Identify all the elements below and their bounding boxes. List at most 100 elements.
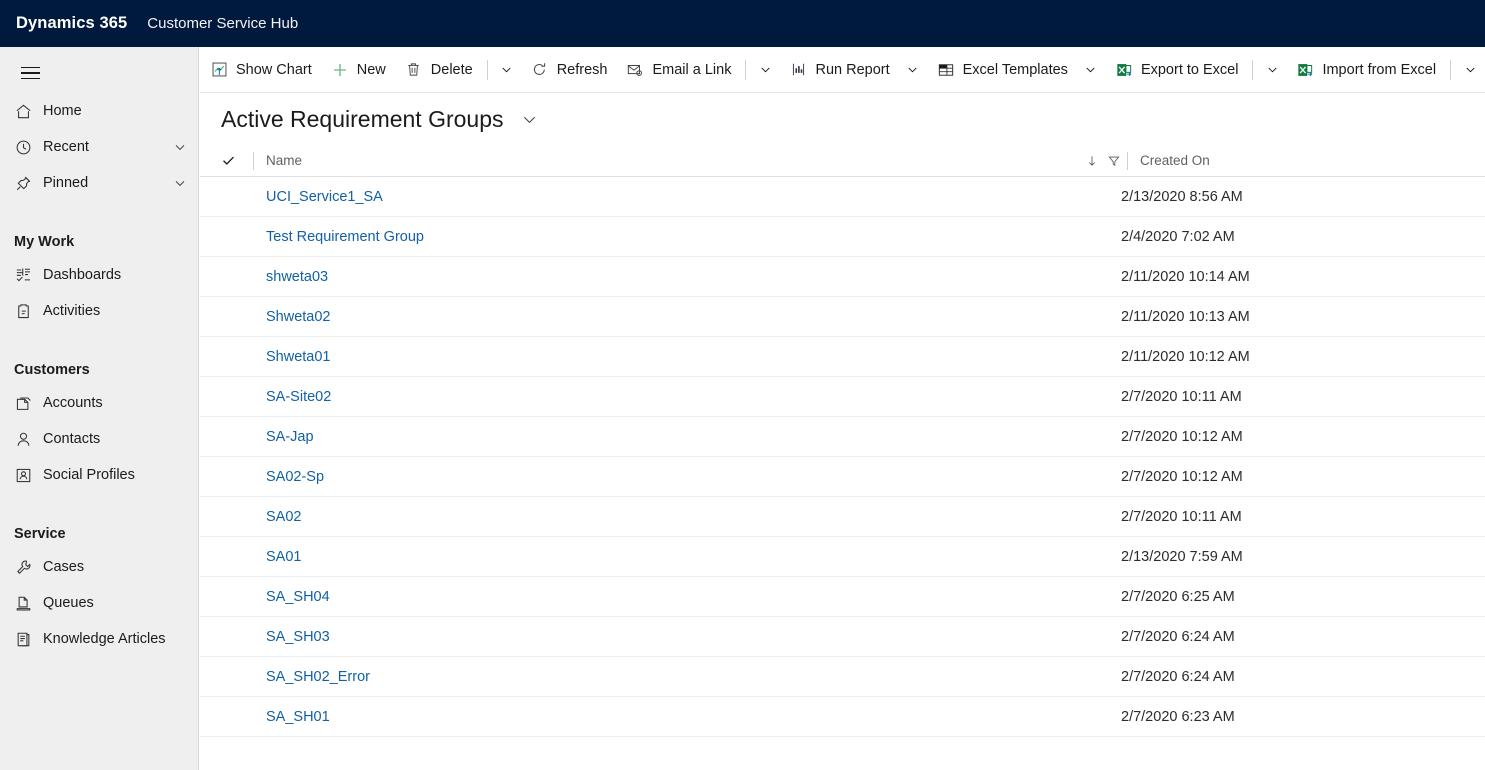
sidebar-navigation: Home Recent Pinned My Work Dashboards Ac… (0, 47, 199, 770)
home-icon (14, 101, 40, 121)
export-to-excel-button[interactable]: Export to Excel (1105, 49, 1248, 91)
record-link[interactable]: Test Requirement Group (266, 229, 424, 245)
plus-icon (330, 60, 350, 80)
cell-name: SA-Jap (247, 429, 1121, 445)
table-row[interactable]: SA02-Sp 2/7/2020 10:12 AM (200, 457, 1485, 497)
view-selector-chevron-down-icon[interactable] (520, 110, 539, 129)
command-label: Show Chart (236, 61, 312, 78)
excel-icon (1295, 60, 1315, 80)
command-label: Delete (430, 61, 473, 78)
sidebar-item-queues[interactable]: Queues (0, 585, 198, 621)
app-name: Customer Service Hub (147, 15, 299, 32)
table-row[interactable]: SA_SH04 2/7/2020 6:25 AM (200, 577, 1485, 617)
pin-icon (14, 173, 40, 193)
record-link[interactable]: SA_SH03 (266, 629, 330, 645)
header-divider (253, 151, 254, 170)
excel-icon (1114, 60, 1134, 80)
chevron-down-icon[interactable] (172, 175, 188, 191)
sidebar-item-home[interactable]: Home (0, 93, 198, 129)
chevron-down-icon[interactable] (172, 139, 188, 155)
cell-name: SA01 (247, 549, 1121, 565)
email-link-icon (625, 60, 645, 80)
excel-templates-caret[interactable] (1077, 49, 1105, 91)
site-map-toggle-icon[interactable] (8, 53, 52, 93)
run-report-icon (788, 60, 808, 80)
filter-icon[interactable] (1107, 154, 1121, 168)
column-header-name[interactable]: Name (266, 153, 1121, 168)
email-overflow-caret[interactable] (751, 49, 779, 91)
view-header: Active Requirement Groups (200, 93, 1485, 145)
record-link[interactable]: SA_SH01 (266, 709, 330, 725)
table-row[interactable]: SA02 2/7/2020 10:11 AM (200, 497, 1485, 537)
command-separator (486, 59, 488, 80)
cell-name: Shweta01 (247, 349, 1121, 365)
sidebar-item-social-profiles[interactable]: Social Profiles (0, 457, 198, 493)
sidebar-item-label: Home (43, 103, 82, 119)
excel-templates-button[interactable]: Excel Templates (927, 49, 1077, 91)
show-chart-button[interactable]: Show Chart (200, 49, 321, 91)
sidebar-item-label: Accounts (43, 395, 103, 411)
export-overflow-caret[interactable] (1258, 49, 1286, 91)
record-link[interactable]: Shweta02 (266, 309, 331, 325)
cell-created-on: 2/13/2020 7:59 AM (1121, 548, 1243, 565)
cell-created-on: 2/11/2020 10:14 AM (1121, 268, 1250, 285)
record-link[interactable]: SA-Jap (266, 429, 314, 445)
table-row[interactable]: UCI_Service1_SA 2/13/2020 8:56 AM (200, 177, 1485, 217)
delete-button[interactable]: Delete (395, 49, 482, 91)
sidebar-item-pinned[interactable]: Pinned (0, 165, 198, 201)
record-link[interactable]: UCI_Service1_SA (266, 189, 383, 205)
sidebar-item-activities[interactable]: Activities (0, 293, 198, 329)
sidebar-item-dashboards[interactable]: Dashboards (0, 257, 198, 293)
refresh-button[interactable]: Refresh (521, 49, 617, 91)
table-row[interactable]: shweta03 2/11/2020 10:14 AM (200, 257, 1485, 297)
table-row[interactable]: SA-Site02 2/7/2020 10:11 AM (200, 377, 1485, 417)
trash-icon (404, 60, 424, 80)
column-header-label: Created On (1140, 153, 1210, 168)
cell-created-on: 2/7/2020 10:11 AM (1121, 508, 1242, 525)
sidebar-item-recent[interactable]: Recent (0, 129, 198, 165)
accounts-icon (14, 393, 40, 413)
column-header-created-on[interactable]: Created On (1140, 153, 1210, 168)
record-link[interactable]: SA_SH04 (266, 589, 330, 605)
cell-name: SA_SH03 (247, 629, 1121, 645)
record-link[interactable]: SA01 (266, 549, 301, 565)
run-report-caret[interactable] (899, 49, 927, 91)
new-button[interactable]: New (321, 49, 395, 91)
table-row[interactable]: Test Requirement Group 2/4/2020 7:02 AM (200, 217, 1485, 257)
table-row[interactable]: SA01 2/13/2020 7:59 AM (200, 537, 1485, 577)
email-a-link-button[interactable]: Email a Link (616, 49, 740, 91)
table-row[interactable]: SA-Jap 2/7/2020 10:12 AM (200, 417, 1485, 457)
show-chart-icon (209, 60, 229, 80)
sidebar-item-contacts[interactable]: Contacts (0, 421, 198, 457)
cell-created-on: 2/7/2020 10:12 AM (1121, 468, 1243, 485)
record-link[interactable]: shweta03 (266, 269, 328, 285)
sidebar-item-accounts[interactable]: Accounts (0, 385, 198, 421)
queue-icon (14, 593, 40, 613)
brand-logo: Dynamics 365 (16, 14, 128, 32)
command-bar: Show Chart New Delete Refresh Email a Li… (200, 47, 1485, 93)
refresh-icon (530, 60, 550, 80)
table-row[interactable]: Shweta02 2/11/2020 10:13 AM (200, 297, 1485, 337)
record-link[interactable]: SA02 (266, 509, 301, 525)
record-link[interactable]: SA_SH02_Error (266, 669, 370, 685)
sidebar-item-label: Knowledge Articles (43, 631, 166, 647)
table-row[interactable]: SA_SH01 2/7/2020 6:23 AM (200, 697, 1485, 737)
import-from-excel-button[interactable]: Import from Excel (1286, 49, 1445, 91)
delete-overflow-caret[interactable] (493, 49, 521, 91)
import-overflow-caret[interactable] (1456, 49, 1484, 91)
cell-name: shweta03 (247, 269, 1121, 285)
sidebar-item-knowledge-articles[interactable]: Knowledge Articles (0, 621, 198, 657)
run-report-button[interactable]: Run Report (779, 49, 898, 91)
sidebar-item-cases[interactable]: Cases (0, 549, 198, 585)
grid-body: UCI_Service1_SA 2/13/2020 8:56 AM Test Req… (200, 177, 1485, 737)
cell-name: Shweta02 (247, 309, 1121, 325)
cell-name: Test Requirement Group (247, 229, 1121, 245)
record-link[interactable]: SA02-Sp (266, 469, 324, 485)
record-link[interactable]: Shweta01 (266, 349, 331, 365)
record-link[interactable]: SA-Site02 (266, 389, 331, 405)
arrow-down-icon[interactable] (1085, 154, 1099, 168)
select-all-checkmark-icon[interactable] (221, 153, 247, 168)
table-row[interactable]: SA_SH03 2/7/2020 6:24 AM (200, 617, 1485, 657)
table-row[interactable]: Shweta01 2/11/2020 10:12 AM (200, 337, 1485, 377)
table-row[interactable]: SA_SH02_Error 2/7/2020 6:24 AM (200, 657, 1485, 697)
